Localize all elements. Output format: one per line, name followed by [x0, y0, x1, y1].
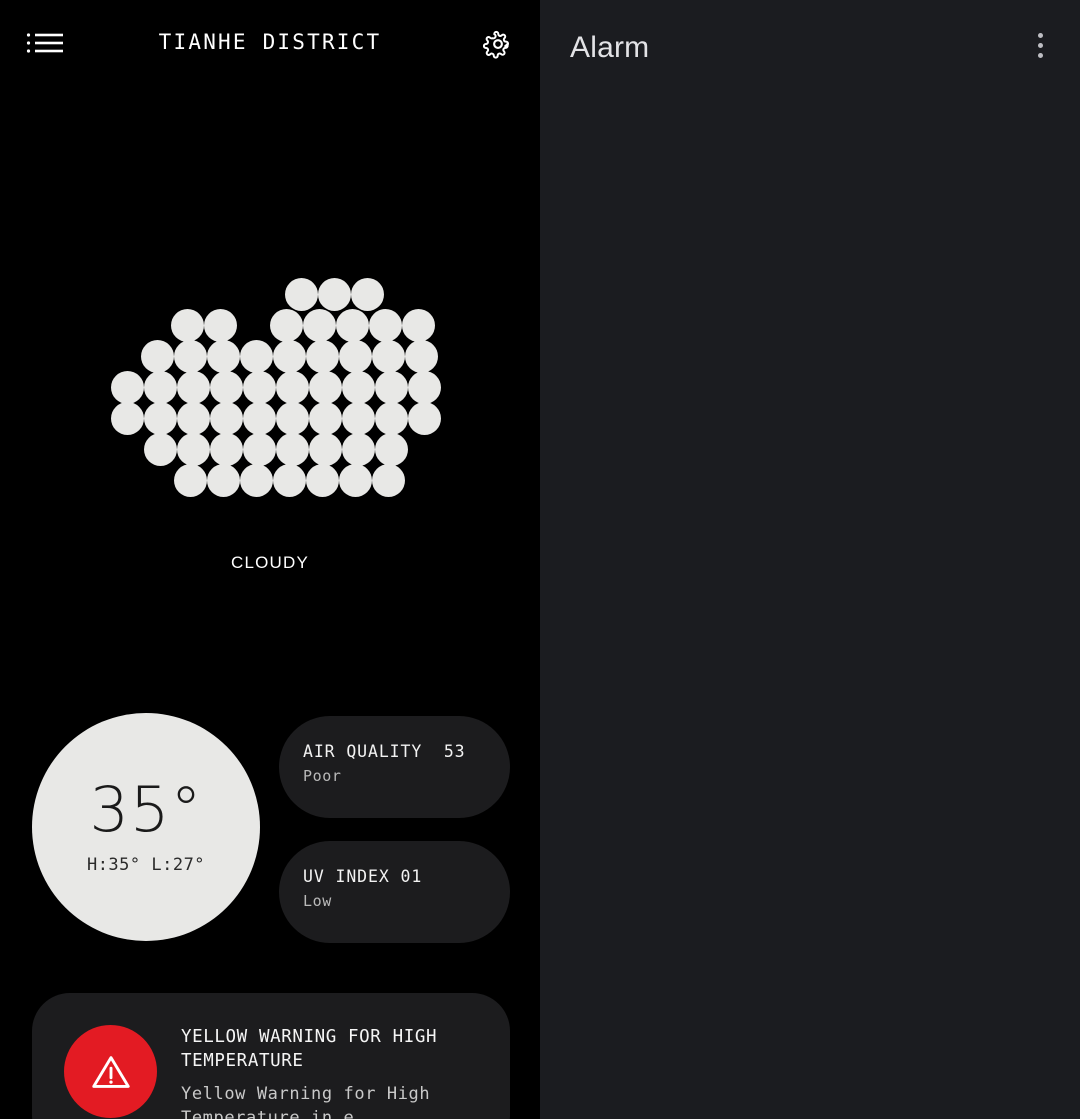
- weather-warning-card[interactable]: YELLOW WARNING FOR HIGH TEMPERATURE Yell…: [32, 993, 510, 1119]
- warning-triangle-icon: [64, 1025, 157, 1118]
- high-low-temperature: H:35° L:27°: [86, 855, 206, 875]
- dual-pane-screenshot: TIANHE DISTRICT CLOUDY 35° H:35° L:27° A…: [0, 0, 1080, 1119]
- uv-index-card[interactable]: UV INDEX 01 Low: [279, 841, 510, 943]
- weather-top-bar: TIANHE DISTRICT: [0, 0, 540, 86]
- air-quality-card[interactable]: AIR QUALITY 53 Poor: [279, 716, 510, 818]
- gear-icon[interactable]: [480, 26, 516, 62]
- current-temperature-badge: 35° H:35° L:27°: [32, 713, 260, 941]
- cloud-dots-icon: [0, 270, 540, 497]
- page-title: TIANHE DISTRICT: [158, 30, 382, 54]
- kebab-menu-icon[interactable]: [1036, 33, 1044, 58]
- app-title: Alarm: [570, 31, 650, 64]
- uv-index-level: Low: [303, 892, 332, 910]
- weather-app-pane: TIANHE DISTRICT CLOUDY 35° H:35° L:27° A…: [0, 0, 540, 1119]
- uv-index-title: UV INDEX 01: [303, 867, 423, 886]
- weather-condition-label: CLOUDY: [230, 553, 310, 572]
- warning-title: YELLOW WARNING FOR HIGH TEMPERATURE: [181, 1027, 438, 1071]
- air-quality-title: AIR QUALITY 53: [303, 742, 466, 761]
- air-quality-level: Poor: [303, 767, 342, 785]
- warning-description: Yellow Warning for High Temperature in e…: [181, 1084, 431, 1119]
- warning-text-block: YELLOW WARNING FOR HIGH TEMPERATURE Yell…: [181, 1021, 486, 1119]
- temperature-value: 35°: [89, 773, 203, 846]
- clock-app-pane: Alarm 8:30 am Mon, Tue, Wed, Thu, Fri: [540, 0, 1080, 1119]
- alarm-top-bar: Alarm: [540, 0, 1080, 96]
